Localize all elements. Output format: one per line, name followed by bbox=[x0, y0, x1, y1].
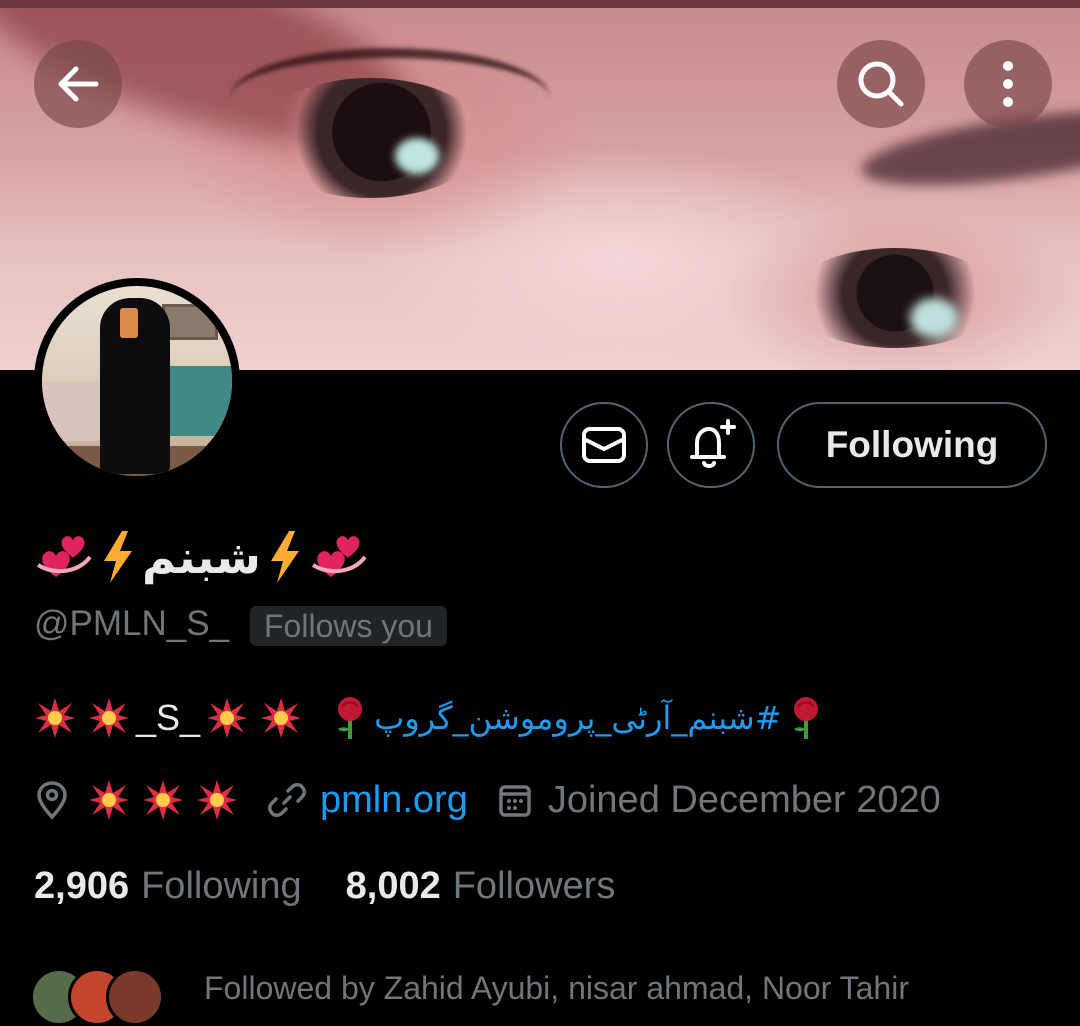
bio-hashtag-link[interactable]: #شبنم_آرٹی_پروموشن_گروپ bbox=[374, 699, 781, 737]
revolving-hearts-emoji bbox=[309, 527, 369, 587]
collision-emoji bbox=[143, 780, 183, 820]
profile-handle: @PMLN_S_ bbox=[34, 604, 230, 643]
link-icon bbox=[268, 783, 306, 817]
lightning-emoji bbox=[104, 531, 132, 583]
back-button[interactable] bbox=[34, 40, 122, 128]
collision-emoji bbox=[207, 698, 248, 738]
display-name-text: شبنم bbox=[142, 530, 261, 584]
followed-by-row[interactable]: Followed by Zahid Ayubi, nisar ahmad, No… bbox=[30, 968, 909, 1026]
followers-count: 8,002 bbox=[345, 864, 441, 907]
profile-avatar[interactable] bbox=[34, 278, 240, 484]
followers-label: Followers bbox=[452, 864, 616, 907]
more-vertical-icon bbox=[1003, 61, 1013, 107]
search-icon bbox=[858, 61, 904, 107]
notifications-button[interactable] bbox=[667, 402, 755, 488]
bell-plus-icon bbox=[690, 419, 736, 468]
search-button[interactable] bbox=[837, 40, 925, 128]
joined-date: Joined December 2020 bbox=[547, 778, 941, 821]
rose-emoji bbox=[793, 697, 818, 739]
followed-by-text: Followed by Zahid Ayubi, nisar ahmad, No… bbox=[204, 970, 909, 1006]
mail-icon bbox=[582, 427, 626, 463]
lightning-emoji bbox=[270, 531, 299, 583]
following-count: 2,906 bbox=[34, 864, 130, 907]
collision-emoji bbox=[197, 780, 237, 820]
followers-stat[interactable]: 8,002 Followers bbox=[346, 865, 616, 908]
arrow-left-icon bbox=[58, 66, 99, 102]
following-label: Following bbox=[141, 864, 302, 907]
calendar-icon bbox=[499, 785, 531, 817]
collision-emoji bbox=[89, 780, 129, 820]
profile-bio: _S_ #شبنم_آرٹی_پروموشن_گروپ bbox=[34, 688, 826, 748]
follower-avatar bbox=[106, 968, 164, 1026]
collision-emoji bbox=[261, 698, 302, 738]
following-button[interactable]: Following bbox=[777, 402, 1047, 488]
follow-stats: 2,906 Following 8,002 Followers bbox=[34, 858, 615, 914]
profile-meta: pmln.org Joined December 2020 bbox=[34, 772, 941, 828]
bio-name-tag: _S_ bbox=[136, 697, 201, 738]
collision-emoji bbox=[35, 698, 75, 738]
message-button[interactable] bbox=[560, 402, 648, 488]
website-link[interactable]: pmln.org bbox=[320, 779, 468, 822]
location-pin-icon bbox=[37, 781, 67, 820]
follows-you-badge: Follows you bbox=[250, 606, 447, 646]
following-stat[interactable]: 2,906 Following bbox=[34, 865, 302, 908]
top-edge-bar bbox=[0, 0, 1080, 8]
revolving-hearts-emoji bbox=[34, 527, 94, 587]
more-options-button[interactable] bbox=[964, 40, 1052, 128]
rose-emoji bbox=[338, 697, 363, 739]
collision-emoji bbox=[89, 698, 129, 738]
display-name: شبنم bbox=[34, 522, 369, 592]
